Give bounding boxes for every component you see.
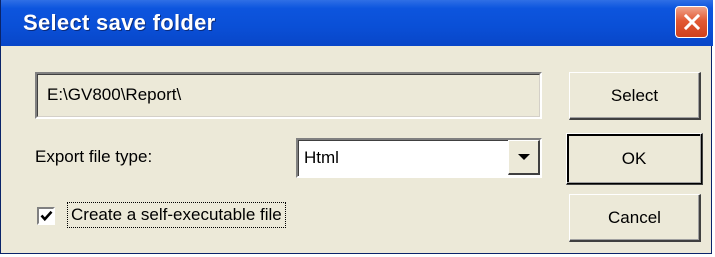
dropdown-button[interactable] xyxy=(508,140,540,175)
chevron-down-icon xyxy=(517,154,530,160)
close-button[interactable] xyxy=(675,6,708,38)
save-folder-path-value: E:\GV800\Report\ xyxy=(47,85,182,104)
window-title: Select save folder xyxy=(23,10,216,35)
title-bar[interactable]: Select save folder xyxy=(1,0,713,46)
export-file-type-select[interactable]: Html xyxy=(296,138,542,178)
export-file-type-label: Export file type: xyxy=(35,147,153,166)
self-executable-label[interactable]: Create a self-executable file xyxy=(67,202,286,228)
checkmark-icon xyxy=(40,210,52,222)
select-button[interactable]: Select xyxy=(569,72,701,120)
export-file-type-value: Html xyxy=(304,148,339,167)
save-folder-path-field[interactable]: E:\GV800\Report\ xyxy=(35,72,542,119)
ok-button[interactable]: OK xyxy=(566,133,703,185)
close-icon xyxy=(683,13,700,31)
self-executable-checkbox[interactable] xyxy=(37,207,55,225)
select-save-folder-dialog: Select save folder E:\GV800\Report\ Sele… xyxy=(0,0,713,254)
cancel-button[interactable]: Cancel xyxy=(569,194,701,242)
